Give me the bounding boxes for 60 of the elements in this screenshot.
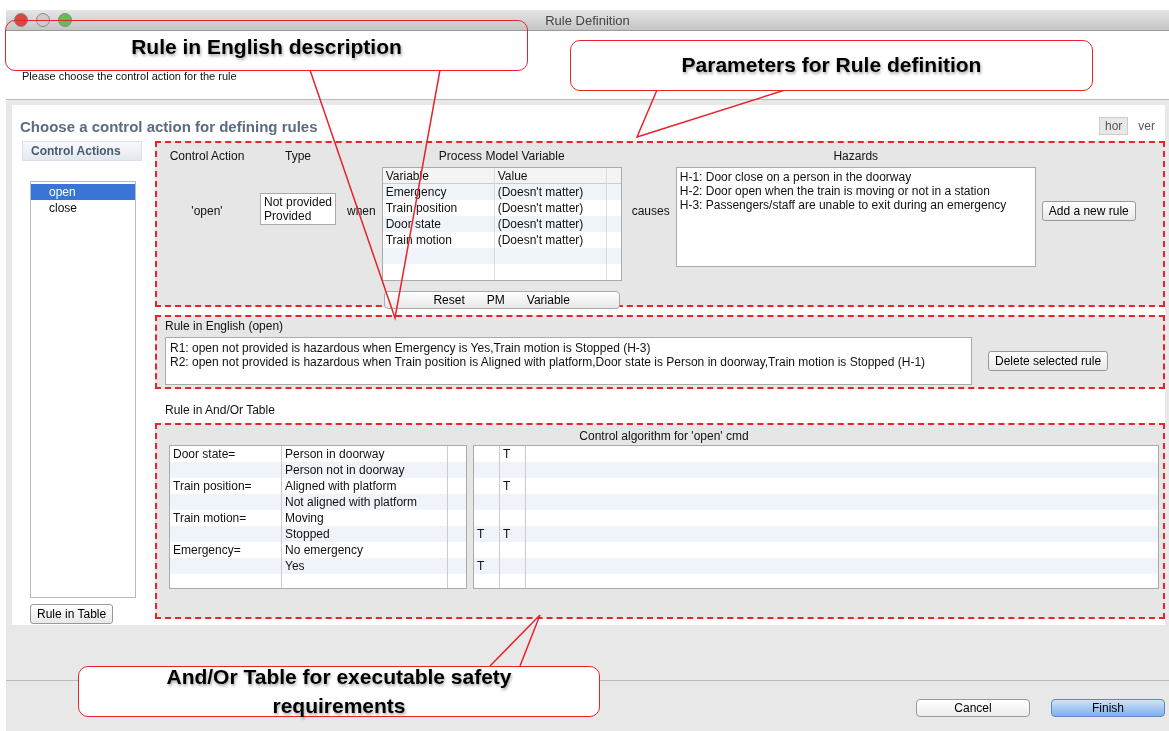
- layout-toggle[interactable]: hor: [1099, 117, 1129, 135]
- list-item[interactable]: open: [31, 184, 135, 200]
- rule-in-table-button[interactable]: Rule in Table: [30, 604, 114, 624]
- window-title: Rule Definition: [545, 12, 630, 28]
- callout: Parameters for Rule definition: [570, 40, 1093, 91]
- reset-button[interactable]: Reset PM Variable: [383, 291, 620, 309]
- table-cell-text: T: [476, 526, 486, 542]
- primary-button[interactable]: Finish: [1051, 699, 1165, 717]
- minimize-icon[interactable]: [36, 13, 50, 27]
- hazard-item[interactable]: H-3: Passengers/staff are unable to exit during an emergency: [679, 198, 1032, 212]
- table-cell-text: T: [502, 478, 512, 494]
- column-header: Type: [285, 149, 311, 165]
- table-cell-text: (Doesn't matter): [496, 232, 585, 248]
- table-cell-text: Person in doorway: [284, 446, 386, 462]
- delete-rule-button[interactable]: Delete selected rule: [988, 351, 1109, 371]
- table-cell-text: T: [502, 526, 512, 542]
- callout: Rule in English description: [5, 20, 528, 71]
- table-cell-text: Door state=: [172, 446, 237, 462]
- table-cell-text: Train position: [384, 200, 459, 216]
- hazard-item[interactable]: H-2: Door open when the train is moving or not in a station: [679, 184, 1032, 198]
- column-header: Hazards: [833, 149, 879, 165]
- table-cell-text: Moving: [284, 510, 325, 526]
- hazard-item[interactable]: H-1: Door close on a person in the doorway: [679, 170, 1032, 184]
- table-cell-text: T: [502, 446, 512, 462]
- table-cell-text: (Doesn't matter): [496, 184, 585, 200]
- column-header: Control Action: [169, 149, 245, 165]
- section-title: Rule in English (open): [165, 319, 285, 333]
- table-cell-text: T: [476, 558, 486, 574]
- table-cell-text: (Doesn't matter): [496, 200, 585, 216]
- table-cell-text: (Doesn't matter): [496, 216, 585, 232]
- control-actions-tab[interactable]: Control Actions: [22, 141, 142, 161]
- heading: Choose a control action for defining rules: [20, 117, 318, 135]
- callout: And/Or Table for executable safety requirements: [78, 666, 600, 717]
- table-cell-text: Door state: [384, 216, 443, 232]
- table-cell-text: Person not in doorway: [284, 462, 406, 478]
- control-action-value: 'open': [191, 204, 223, 218]
- column-header: Process Model Variable: [438, 149, 565, 165]
- table-cell-text: Train motion=: [172, 510, 248, 526]
- table-cell-text: Emergency=: [172, 542, 242, 558]
- table-cell-text: Train position=: [172, 478, 253, 494]
- close-icon[interactable]: [14, 13, 28, 27]
- rule-item[interactable]: R1: open not provided is hazardous when Emergency is Yes,Train motion is Stopped (H-3): [170, 341, 967, 355]
- table-cell-text: Aligned with platform: [284, 478, 398, 494]
- table-header: Value: [496, 168, 529, 184]
- table-cell-text: Not aligned with platform: [284, 494, 419, 510]
- table-cell-text: No emergency: [284, 542, 365, 558]
- table-cell-text: Stopped: [284, 526, 331, 542]
- secondary-button[interactable]: Cancel: [916, 699, 1030, 717]
- type-option[interactable]: Provided: [263, 209, 332, 223]
- instruction-text: Please choose the control action for the rule: [22, 70, 237, 82]
- layout-toggle[interactable]: ver: [1132, 117, 1161, 135]
- list-item[interactable]: close: [31, 200, 135, 216]
- rule-item[interactable]: R2: open not provided is hazardous when Train position is Aligned with platform,Door state is Person in doorway,Train motion is Stopped (H-1): [170, 355, 967, 369]
- add-rule-button[interactable]: Add a new rule: [1041, 201, 1136, 221]
- type-option[interactable]: Not provided: [263, 195, 332, 209]
- causes-label: causes: [631, 204, 670, 218]
- section-title: Rule in And/Or Table: [165, 403, 276, 419]
- table-cell-text: Yes: [284, 558, 306, 574]
- zoom-icon[interactable]: [58, 13, 72, 27]
- table-title: Control algorithm for 'open' cmd: [579, 428, 749, 445]
